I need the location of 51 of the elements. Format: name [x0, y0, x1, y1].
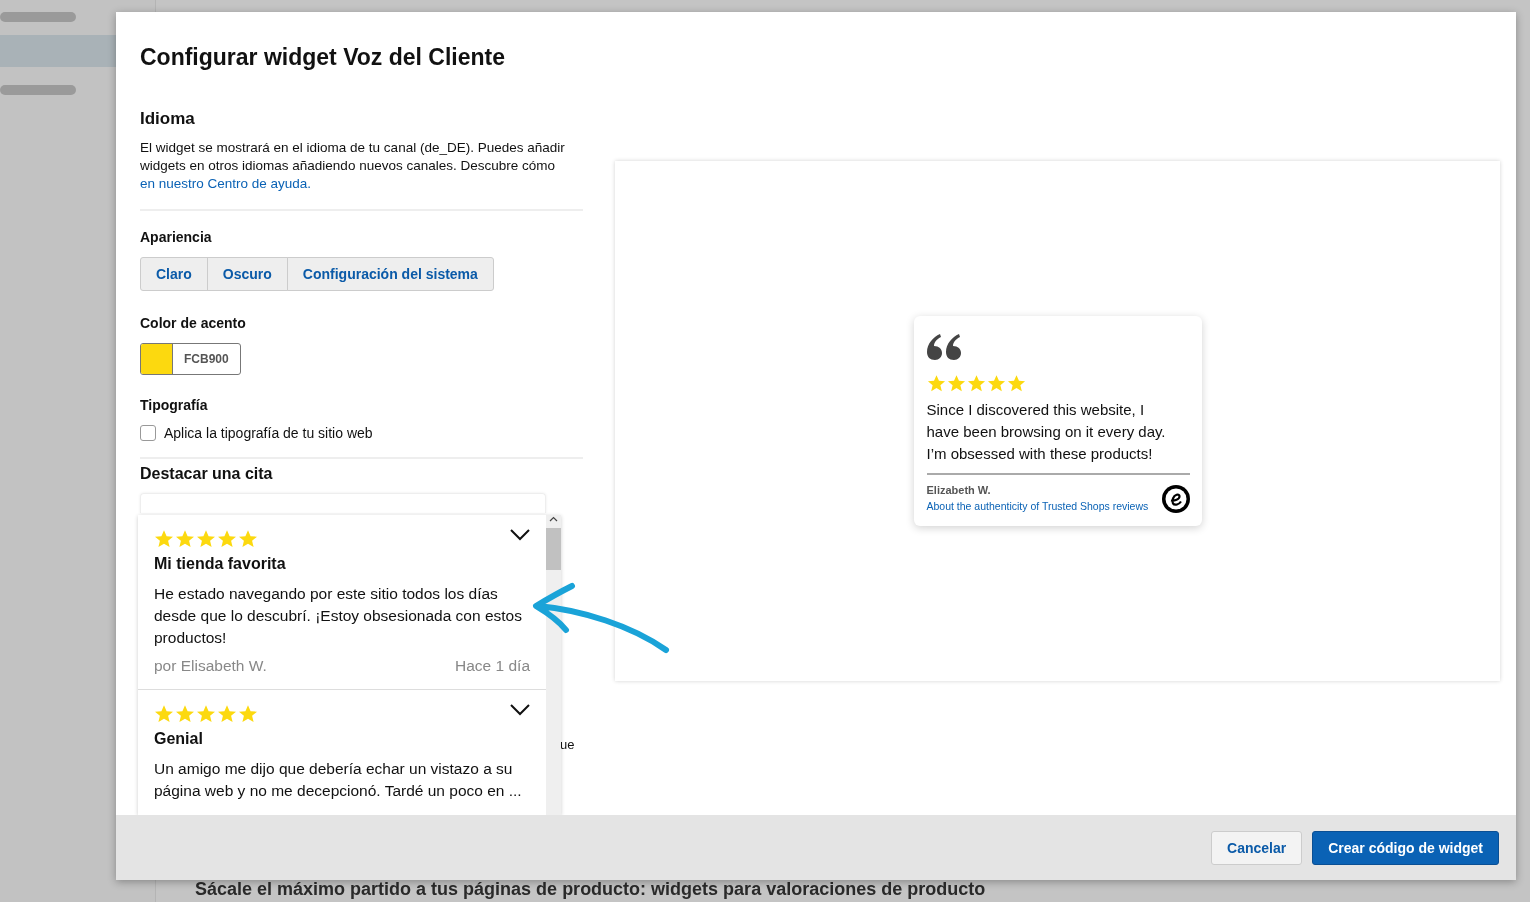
chevron-down-icon[interactable] — [510, 529, 530, 541]
section-heading: Tipografía — [140, 397, 209, 413]
cancel-button[interactable]: Cancelar — [1211, 830, 1303, 865]
page-heading: Sácale el máximo partido a tus páginas de producto: widgets para valoraciones de producto — [195, 879, 986, 900]
appearance-option[interactable]: Oscuro — [206, 257, 288, 291]
star-icon — [196, 529, 216, 549]
review-title: Genial — [154, 730, 204, 748]
star-icon — [946, 374, 966, 393]
star-icon — [926, 374, 946, 393]
description-text: El widget se mostrará en el idioma de tu canal (de_DE). Puedes añadir widgets en otros idiomas añadiendo nuevos canales. Descubre cómo en nuestro Centro de ayuda. — [140, 139, 566, 193]
authenticity-link[interactable]: About the authenticity of Trusted Shops reviews — [926, 500, 1149, 512]
color-value: FCB900 — [183, 351, 230, 368]
review-date: Hace 1 día — [455, 657, 530, 675]
review-text: He estado navegando por este sitio todos los días desde que lo descubrí. ¡Estoy obsesionada con estos productos! — [154, 584, 523, 648]
section-heading: Idioma — [140, 109, 196, 129]
reviewer-name: Elizabeth W. — [926, 484, 992, 496]
create-button[interactable]: Crear código de widget — [1312, 830, 1499, 865]
star-icon — [1006, 374, 1026, 393]
review-text: Un amigo me dijo que debería echar un vistazo a su página web y no me decepcionó. Tardé un poco en ... — [154, 759, 523, 801]
review-author: por Elisabeth W. — [154, 657, 267, 675]
scroll-up-icon[interactable] — [549, 515, 558, 524]
help-link[interactable]: en nuestro Centro de ayuda. — [140, 176, 312, 191]
checkbox-label: Aplica la tipografía de tu sitio web — [164, 425, 373, 441]
checkbox[interactable] — [140, 425, 156, 441]
appearance-option[interactable]: Claro — [140, 257, 208, 291]
quote-icon — [926, 334, 961, 360]
star-icon — [154, 529, 174, 549]
star-icon — [217, 704, 237, 724]
star-icon — [966, 374, 986, 393]
scrollbar[interactable] — [546, 515, 561, 815]
seal-icon — [1161, 485, 1190, 513]
section-heading: Color de acento — [140, 315, 247, 331]
appearance-option[interactable]: Configuración del sistema — [286, 257, 494, 291]
review-title: Mi tienda favorita — [154, 555, 287, 573]
star-icon — [175, 704, 195, 724]
review-quote: Since I discovered this website, I have been browsing on it every day. I’m obsessed with these products! — [926, 400, 1167, 464]
color-swatch[interactable] — [141, 344, 173, 374]
section-heading: Destacar una cita — [140, 465, 274, 483]
star-icon — [238, 529, 258, 549]
color-picker[interactable]: FCB900 — [140, 343, 241, 375]
section-heading: Apariencia — [140, 229, 213, 245]
star-icon — [217, 529, 237, 549]
dialog-title: Configurar widget Voz del Cliente — [140, 44, 507, 71]
star-icon — [986, 374, 1006, 393]
star-icon — [238, 704, 258, 724]
scrollbar-thumb[interactable] — [546, 528, 561, 570]
star-icon — [154, 704, 174, 724]
text-fragment: ue — [560, 737, 575, 752]
star-icon — [196, 704, 216, 724]
star-icon — [175, 529, 195, 549]
chevron-down-icon[interactable] — [510, 704, 530, 716]
